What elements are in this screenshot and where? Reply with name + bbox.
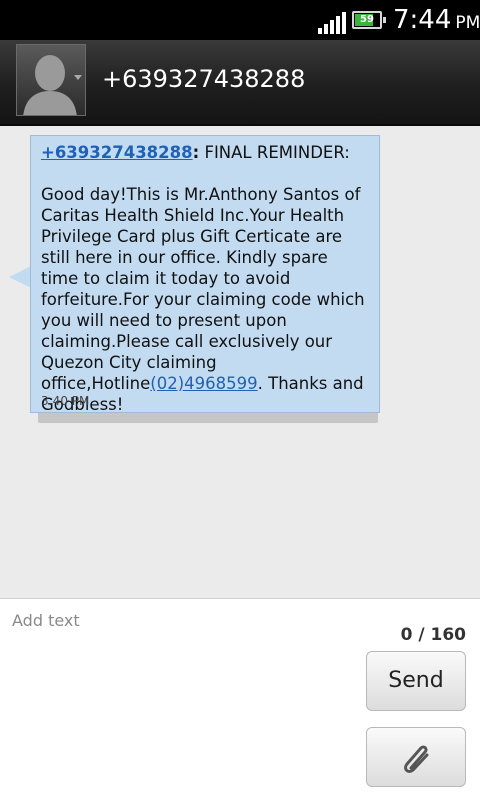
clock-time: 7:44 (393, 5, 452, 35)
character-counter: 0 / 160 (400, 625, 466, 645)
battery-percent: 59 (360, 14, 374, 25)
message-timestamp: 3:40 PM (41, 394, 90, 408)
conversation-header: +639327438288 (0, 40, 480, 126)
compose-area: Add text 0 / 160 Send (0, 598, 480, 801)
message-input[interactable]: Add text (12, 609, 352, 633)
bubble-tail (9, 266, 31, 288)
phone-link[interactable]: (02)4968599 (150, 374, 257, 393)
sender-link[interactable]: +639327438288 (41, 143, 193, 162)
person-avatar-icon[interactable] (16, 44, 86, 116)
contact-name: +639327438288 (102, 65, 306, 93)
attach-button[interactable] (366, 727, 466, 787)
clock-ampm: PM (455, 13, 480, 33)
message-subject: FINAL REMINDER: (199, 143, 350, 162)
status-clock: 7:44 PM (393, 4, 480, 39)
message-body: Good day!This is Mr.Anthony Santos of Ca… (41, 185, 365, 393)
signal-bars-icon (318, 12, 346, 34)
send-button[interactable]: Send (366, 651, 466, 711)
chevron-down-icon (74, 75, 82, 80)
paperclip-icon (404, 745, 429, 773)
battery-icon: 59 (352, 11, 386, 29)
message-bubble[interactable]: +639327438288: FINAL REMINDER: Good day!… (30, 135, 380, 415)
person-silhouette-icon (23, 55, 77, 115)
status-bar: 59 7:44 PM (0, 0, 480, 40)
message-text: +639327438288: FINAL REMINDER: Good day!… (41, 142, 369, 415)
message-list[interactable]: +639327438288: FINAL REMINDER: Good day!… (0, 126, 480, 598)
